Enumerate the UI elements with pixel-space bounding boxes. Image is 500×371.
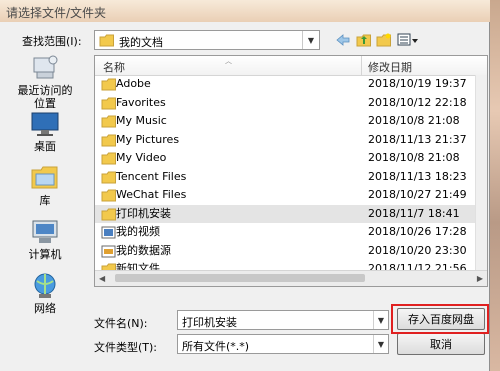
folder-icon xyxy=(101,171,116,183)
place-label: 网络 xyxy=(34,302,56,315)
list-item[interactable]: Favorites 2018/10/12 22:18 xyxy=(95,94,475,113)
file-rows: Adobe 2018/10/19 19:37 Favorites 2018/10/12… xyxy=(95,75,475,286)
file-date: 2018/10/19 19:37 xyxy=(368,77,467,90)
file-name: Adobe xyxy=(116,77,151,90)
file-name: Favorites xyxy=(116,95,166,109)
file-name: 打印机安装 xyxy=(116,206,171,220)
place-label: 桌面 xyxy=(34,140,56,153)
filetype-value: 所有文件(*.*) xyxy=(182,340,250,353)
new-folder-icon xyxy=(376,33,391,47)
file-name: My Pictures xyxy=(116,132,180,146)
view-menu-icon xyxy=(397,33,418,46)
file-date: 2018/10/8 21:08 xyxy=(368,151,460,164)
list-item[interactable]: Adobe 2018/10/19 19:37 xyxy=(95,75,475,94)
list-item[interactable]: 我的视频 2018/10/26 17:28 xyxy=(95,223,475,242)
folder-icon xyxy=(101,115,116,128)
column-name-header[interactable]: 名称 xyxy=(103,59,125,75)
folder-icon xyxy=(101,208,116,220)
sort-caret-icon: ︿ xyxy=(225,57,232,65)
folder-icon xyxy=(101,97,116,109)
place-network[interactable]: 网络 xyxy=(10,272,80,315)
list-header: ︿ 名称 修改日期 xyxy=(95,56,487,76)
computer-icon xyxy=(29,218,61,246)
file-date: 2018/11/13 18:23 xyxy=(368,169,467,183)
place-recent[interactable]: 最近访问的位置 xyxy=(10,54,80,110)
back-arrow-icon xyxy=(336,34,350,46)
folder-icon xyxy=(101,78,116,91)
file-date: 2018/11/7 18:41 xyxy=(368,206,460,220)
vertical-scrollbar[interactable] xyxy=(475,75,487,271)
list-item[interactable]: WeChat Files 2018/10/27 21:49 xyxy=(95,186,475,205)
filename-value[interactable]: 打印机安装 xyxy=(182,314,237,330)
file-name: My Video xyxy=(116,151,167,164)
cancel-button[interactable]: 取消 xyxy=(397,333,485,355)
back-button[interactable] xyxy=(334,31,352,49)
file-date: 2018/11/13 21:37 xyxy=(368,132,467,146)
filetype-select[interactable]: 所有文件(*.*) ▼ xyxy=(177,334,389,354)
horizontal-scrollbar[interactable]: ◀ ▶ xyxy=(95,270,487,286)
file-list[interactable]: ︿ 名称 修改日期 Adobe 2018/10/19 19:37 Favorites… xyxy=(94,55,488,287)
list-item[interactable]: My Pictures 2018/11/13 21:37 xyxy=(95,131,475,150)
folder-icon xyxy=(101,189,116,202)
place-label: 库 xyxy=(39,194,51,207)
list-item[interactable]: Tencent Files 2018/11/13 18:23 xyxy=(95,168,475,187)
video-folder-icon xyxy=(101,226,116,239)
up-folder-icon xyxy=(356,34,371,47)
lookin-value: 我的文档 xyxy=(119,36,163,49)
folder-icon xyxy=(101,152,116,165)
list-item[interactable]: My Music 2018/10/8 21:08 xyxy=(95,112,475,131)
place-desktop[interactable]: 桌面 xyxy=(10,110,80,153)
list-item[interactable]: My Video 2018/10/8 21:08 xyxy=(95,149,475,168)
file-date: 2018/10/26 17:28 xyxy=(368,225,467,238)
column-date-header[interactable]: 修改日期 xyxy=(368,59,412,75)
network-icon xyxy=(29,272,61,300)
list-item[interactable]: 打印机安装 2018/11/7 18:41 xyxy=(95,204,475,223)
filetype-label: 文件类型(T): xyxy=(94,341,158,354)
up-folder-button[interactable] xyxy=(355,31,373,49)
scroll-thumb[interactable] xyxy=(115,274,365,282)
column-separator[interactable] xyxy=(361,56,362,75)
file-dialog: 请选择文件/文件夹 查找范围(I): 我的文档 ▼ 最近访问的位置 桌面 库 计… xyxy=(0,0,490,371)
lookin-label: 查找范围(I): xyxy=(22,35,82,48)
scroll-right-icon[interactable]: ▶ xyxy=(477,274,483,283)
scroll-left-icon[interactable]: ◀ xyxy=(99,274,105,283)
place-library[interactable]: 库 xyxy=(10,164,80,207)
file-date: 2018/10/12 22:18 xyxy=(368,95,467,109)
library-icon xyxy=(29,164,61,192)
place-label: 计算机 xyxy=(28,248,62,261)
file-name: My Music xyxy=(116,114,167,127)
new-folder-button[interactable] xyxy=(375,31,393,49)
file-date: 2018/10/27 21:49 xyxy=(368,188,467,201)
chevron-down-icon[interactable]: ▼ xyxy=(302,31,319,49)
list-item[interactable]: 我的数据源 2018/10/20 23:30 xyxy=(95,242,475,261)
window-title: 请选择文件/文件夹 xyxy=(6,6,107,20)
file-name: 我的数据源 xyxy=(116,243,171,257)
place-label: 最近访问的位置 xyxy=(17,84,73,110)
chevron-down-icon[interactable]: ▼ xyxy=(373,335,388,353)
file-date: 2018/10/8 21:08 xyxy=(368,114,460,127)
background-photo xyxy=(490,0,500,371)
file-name: Tencent Files xyxy=(116,169,187,183)
recent-places-icon xyxy=(29,54,61,82)
chevron-down-icon[interactable]: ▼ xyxy=(373,311,388,329)
folder-icon xyxy=(101,134,116,146)
filename-combobox[interactable]: 打印机安装 ▼ xyxy=(177,310,389,330)
title-bar: 请选择文件/文件夹 xyxy=(0,0,490,22)
view-menu-button[interactable] xyxy=(395,31,421,49)
filename-label: 文件名(N): xyxy=(94,317,148,330)
highlight-box xyxy=(391,304,489,334)
lookin-dropdown[interactable]: 我的文档 ▼ xyxy=(94,30,320,50)
folder-icon xyxy=(99,34,114,47)
datasource-icon xyxy=(101,245,116,257)
file-name: 我的视频 xyxy=(116,225,160,238)
file-name: WeChat Files xyxy=(116,188,187,201)
desktop-icon xyxy=(29,110,61,138)
file-date: 2018/10/20 23:30 xyxy=(368,243,467,257)
place-computer[interactable]: 计算机 xyxy=(10,218,80,261)
